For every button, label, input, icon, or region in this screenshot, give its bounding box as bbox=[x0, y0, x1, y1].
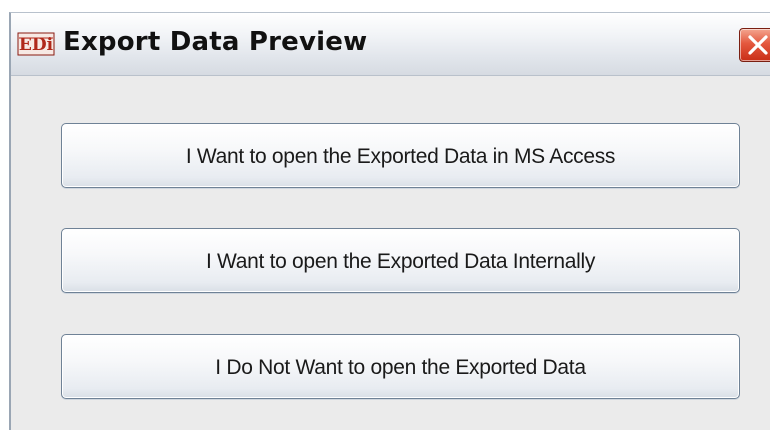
window-title: Export Data Preview bbox=[63, 27, 368, 57]
open-internally-button[interactable]: I Want to open the Exported Data Interna… bbox=[61, 228, 740, 293]
export-data-preview-dialog: EDi Export Data Preview I Want to open t… bbox=[9, 12, 770, 430]
close-icon bbox=[748, 35, 768, 55]
close-button[interactable] bbox=[739, 28, 770, 62]
dialog-content: I Want to open the Exported Data in MS A… bbox=[11, 76, 770, 430]
app-icon: EDi bbox=[17, 31, 55, 57]
open-in-ms-access-button[interactable]: I Want to open the Exported Data in MS A… bbox=[61, 123, 740, 188]
do-not-open-button[interactable]: I Do Not Want to open the Exported Data bbox=[61, 334, 740, 399]
title-bar[interactable]: EDi Export Data Preview bbox=[11, 13, 770, 76]
